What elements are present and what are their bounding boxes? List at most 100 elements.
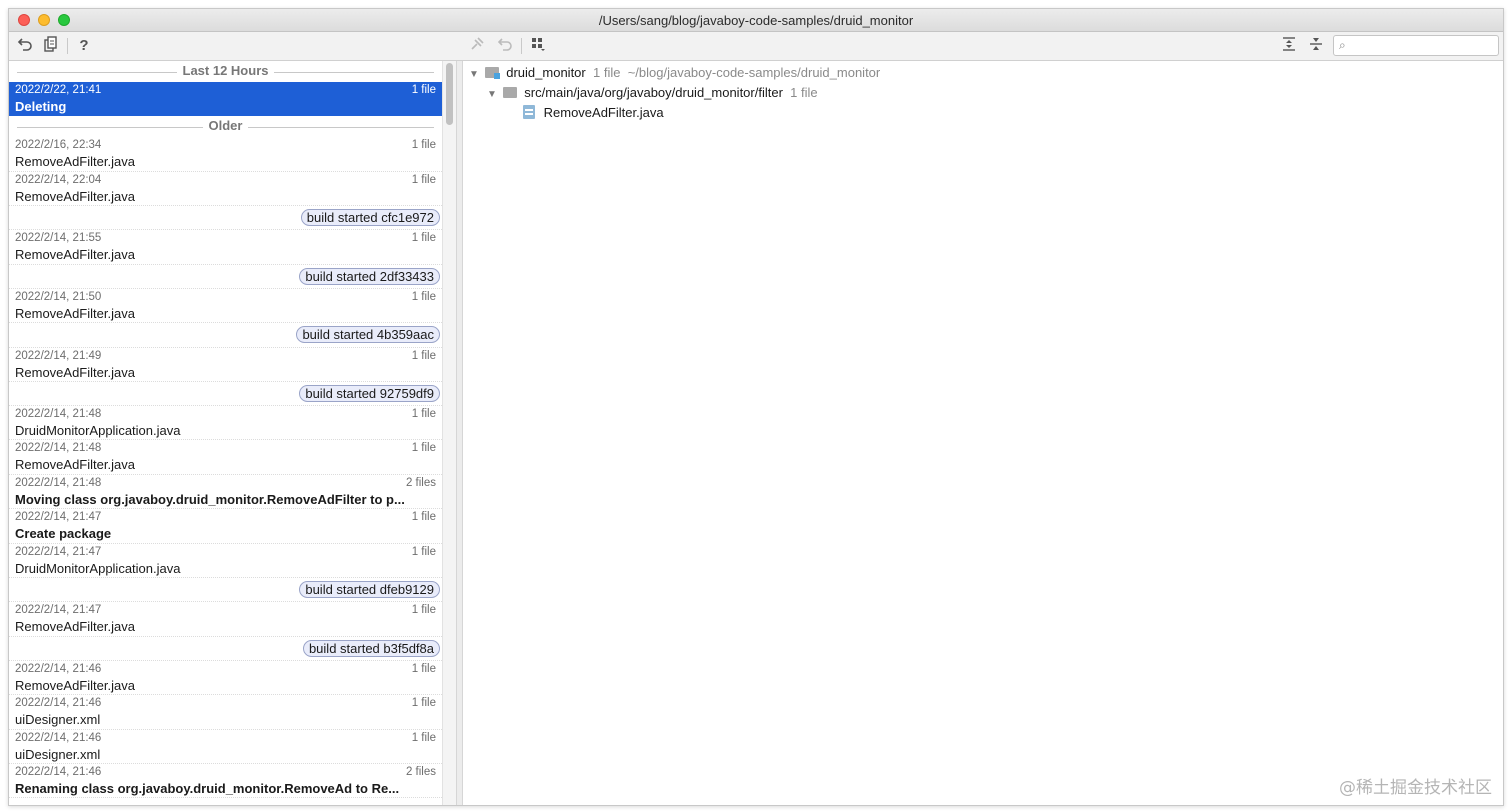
root-count: 1 file (592, 65, 621, 80)
build-label-badge: build started b3f5df8a (302, 639, 440, 657)
entry-name: Moving class org.javaboy.druid_monitor.R… (15, 491, 405, 507)
history-entry[interactable]: 2022/2/14, 21:46 2 files Renaming class or… (9, 764, 442, 799)
entry-date: 2022/2/14, 21:46 (15, 697, 102, 710)
toolbar-separator (67, 38, 68, 54)
tree-folder-node[interactable]: ▼ src/main/java/org/javaboy/druid_monito… (487, 83, 818, 103)
entry-name: Renaming class org.javaboy.druid_monitor… (15, 780, 400, 796)
expand-arrow-icon[interactable]: ▼ (487, 85, 499, 105)
group-by-icon[interactable] (528, 36, 548, 56)
history-entry[interactable]: 2022/2/14, 21:46 1 file RemoveAdFilter.jav… (9, 661, 442, 696)
window-title: /Users/sang/blog/javaboy-code-samples/dr… (598, 13, 914, 28)
entry-name: RemoveAdFilter.java (15, 154, 135, 170)
entry-date: 2022/2/14, 21:49 (15, 349, 102, 362)
history-entry[interactable]: 2022/2/14, 21:47 1 file DruidMonitorApplic… (9, 544, 442, 579)
entry-date: 2022/2/14, 21:46 (15, 731, 102, 744)
history-entry[interactable]: 2022/2/14, 21:47 1 file RemoveAdFilter.jav… (9, 602, 442, 637)
local-history-window: /Users/sang/blog/javaboy-code-samples/dr… (8, 8, 1504, 806)
entry-date: 2022/2/14, 21:46 (15, 765, 102, 778)
entry-date: 2022/2/14, 21:50 (15, 290, 102, 303)
entry-date: 2022/2/14, 21:47 (15, 511, 102, 524)
search-icon: ⌕ (1339, 38, 1346, 52)
file-name: RemoveAdFilter.java (543, 105, 664, 120)
history-entry[interactable]: 2022/2/14, 21:50 1 file RemoveAdFilter.jav… (9, 289, 442, 324)
entry-file-count: 1 file (411, 84, 436, 96)
zoom-window-button[interactable] (58, 14, 70, 26)
entry-file-count: 1 file (411, 511, 436, 524)
close-window-button[interactable] (18, 14, 30, 26)
module-folder-icon (484, 67, 500, 79)
folder-count: 1 file (790, 85, 818, 100)
entry-name: RemoveAdFilter.java (15, 619, 135, 635)
watermark: @稀土掘金技术社区 (1339, 778, 1492, 798)
build-label-badge: build started 4b359aac (296, 326, 440, 344)
help-icon[interactable]: ? (74, 36, 94, 56)
scroll-thumb[interactable] (446, 63, 453, 125)
entry-name: RemoveAdFilter.java (15, 364, 135, 380)
folder-name: src/main/java/org/javaboy/druid_monitor/… (524, 85, 783, 100)
collapse-all-icon[interactable] (1306, 36, 1326, 56)
entry-file-count: 2 files (405, 765, 436, 778)
tree-root-node[interactable]: ▼ druid_monitor 1 file ~/blog/javaboy-co… (469, 63, 880, 83)
entry-date: 2022/2/14, 21:47 (15, 604, 102, 617)
build-label-row: build started 4b359aac (9, 323, 442, 348)
entry-file-count: 1 file (411, 697, 436, 710)
build-label-badge: build started 2df33433 (299, 267, 440, 285)
toolbar: ? ⌕ (9, 32, 1503, 61)
history-entry-selected[interactable]: 2022/2/22, 21:41 1 file Deleting (9, 82, 442, 117)
entry-date: 2022/2/14, 21:55 (15, 232, 102, 245)
entry-name: RemoveAdFilter.java (15, 247, 135, 263)
section-separator-older: Older (9, 116, 442, 137)
title-bar: /Users/sang/blog/javaboy-code-samples/dr… (9, 9, 1503, 32)
root-name: druid_monitor (506, 65, 586, 80)
history-entry[interactable]: 2022/2/16, 22:34 1 file RemoveAdFilter.jav… (9, 137, 442, 172)
section-label: Last 12 Hours (176, 63, 275, 78)
expand-arrow-icon[interactable]: ▼ (469, 65, 481, 85)
history-entry[interactable]: 2022/2/14, 21:49 1 file RemoveAdFilter.jav… (9, 348, 442, 382)
entry-name: DruidMonitorApplication.java (15, 423, 181, 439)
patch-icon[interactable] (40, 36, 60, 56)
build-label-row: build started cfc1e972 (9, 206, 442, 231)
entry-file-count: 1 file (411, 408, 436, 421)
history-entry[interactable]: 2022/2/14, 21:47 1 file Create package (9, 509, 442, 544)
expand-all-icon[interactable] (1279, 36, 1299, 56)
entry-file-count: 1 file (411, 604, 436, 617)
entry-name: RemoveAdFilter.java (15, 457, 135, 473)
tree-file-node[interactable]: RemoveAdFilter.java (523, 103, 664, 123)
entry-file-count: 1 file (411, 139, 436, 152)
entry-date: 2022/2/14, 22:04 (15, 173, 102, 186)
minimize-window-button[interactable] (38, 14, 50, 26)
entry-file-count: 1 file (411, 662, 436, 675)
history-entry[interactable]: 2022/2/14, 21:46 1 file uiDesigner.xml (9, 730, 442, 764)
entry-file-count: 1 file (411, 442, 436, 455)
entry-file-count: 1 file (411, 349, 436, 362)
entry-name: RemoveAdFilter.java (15, 677, 135, 693)
changes-tree: ▼ druid_monitor 1 file ~/blog/javaboy-co… (463, 61, 1503, 805)
history-entry[interactable]: 2022/2/14, 21:48 1 file DruidMonitorApplic… (9, 406, 442, 441)
history-entry[interactable]: 2022/2/14, 21:46 1 file uiDesigner.xml (9, 695, 442, 730)
entry-name: RemoveAdFilter.java (15, 305, 135, 321)
search-box[interactable]: ⌕ (1333, 35, 1499, 56)
undo-icon[interactable] (495, 36, 515, 56)
history-scrollbar[interactable] (442, 61, 456, 805)
panel-splitter[interactable] (456, 61, 463, 805)
history-entry[interactable]: 2022/2/14, 22:04 1 file RemoveAdFilter.jav… (9, 172, 442, 207)
history-entry[interactable]: 2022/2/14, 21:48 1 file RemoveAdFilter.jav… (9, 440, 442, 475)
java-file-icon (523, 105, 535, 119)
entry-file-count: 2 files (405, 476, 436, 489)
entry-date: 2022/2/16, 22:34 (15, 139, 102, 152)
build-label-badge: build started dfeb9129 (299, 581, 440, 599)
entry-name: uiDesigner.xml (15, 746, 101, 762)
search-input[interactable] (1354, 37, 1498, 56)
revert-icon[interactable] (15, 36, 35, 56)
entry-date: 2022/2/14, 21:47 (15, 545, 102, 558)
toolbar-separator (521, 38, 522, 54)
entry-date: 2022/2/22, 21:41 (15, 84, 102, 96)
history-entry[interactable]: 2022/2/14, 21:55 1 file RemoveAdFilter.jav… (9, 230, 442, 265)
entry-name: uiDesigner.xml (15, 712, 101, 728)
pin-icon[interactable] (467, 36, 487, 56)
entry-date: 2022/2/14, 21:48 (15, 408, 102, 421)
entry-file-count: 1 file (411, 173, 436, 186)
section-label: Older (202, 118, 249, 134)
entry-file-count: 1 file (411, 232, 436, 245)
history-entry[interactable]: 2022/2/14, 21:48 2 files Moving class org.… (9, 475, 442, 510)
